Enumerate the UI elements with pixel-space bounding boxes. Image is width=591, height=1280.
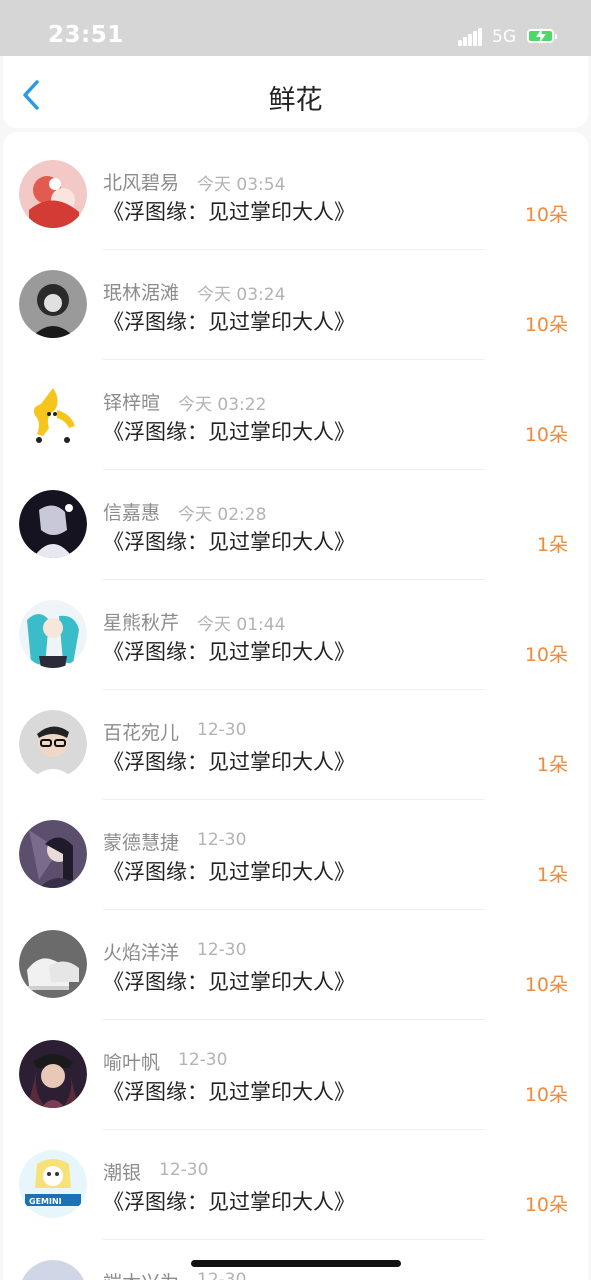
flower-count: 10朵 [524, 424, 568, 446]
timestamp: 12-30 [159, 1160, 209, 1180]
book-title[interactable]: 《浮图缘：见过掌印大人》 [103, 856, 355, 886]
avatar-image [19, 1040, 87, 1108]
book-title[interactable]: 《浮图缘：见过掌印大人》 [103, 636, 355, 666]
flower-count: 1朵 [536, 534, 568, 556]
avatar[interactable] [19, 930, 87, 998]
timestamp: 12-30 [197, 940, 247, 960]
timestamp: 今天 01:44 [197, 615, 286, 635]
avatar-image [19, 160, 87, 228]
list-item[interactable]: 信嘉惠 今天 02:28 《浮图缘：见过掌印大人》 1朵 [3, 462, 588, 580]
list-item[interactable]: 北风碧易 今天 03:54 《浮图缘：见过掌印大人》 10朵 [3, 132, 588, 250]
avatar[interactable]: GEMINI [19, 1150, 87, 1218]
list-item[interactable]: 端木兴为 12-30 [3, 1232, 588, 1280]
flower-count: 10朵 [524, 644, 568, 666]
timestamp: 今天 03:22 [178, 395, 267, 415]
avatar-image [19, 380, 87, 448]
book-title[interactable]: 《浮图缘：见过掌印大人》 [103, 196, 355, 226]
avatar[interactable] [19, 380, 87, 448]
user-name[interactable]: 火焰洋洋 [103, 938, 179, 965]
timestamp: 12-30 [178, 1050, 228, 1070]
nav-bar: 鲜花 [3, 56, 588, 128]
svg-text:GEMINI: GEMINI [29, 1197, 62, 1206]
timestamp: 今天 03:24 [197, 285, 286, 305]
user-name[interactable]: 端木兴为 [103, 1268, 179, 1280]
book-title[interactable]: 《浮图缘：见过掌印大人》 [103, 416, 355, 446]
list-item[interactable]: 蒙德慧捷 12-30 《浮图缘：见过掌印大人》 1朵 [3, 792, 588, 910]
user-name[interactable]: 珉林涺滩 [103, 278, 179, 305]
book-title[interactable]: 《浮图缘：见过掌印大人》 [103, 1186, 355, 1216]
flower-count: 1朵 [536, 864, 568, 886]
user-name[interactable]: 百花宛儿 [103, 718, 179, 745]
avatar[interactable] [19, 490, 87, 558]
user-name[interactable]: 蒙德慧捷 [103, 828, 179, 855]
user-name[interactable]: 喻叶帆 [103, 1048, 160, 1075]
list-item[interactable]: 百花宛儿 12-30 《浮图缘：见过掌印大人》 1朵 [3, 682, 588, 800]
status-bar: 23:51 5G [0, 0, 591, 56]
timestamp: 今天 02:28 [178, 505, 267, 525]
avatar[interactable] [19, 600, 87, 668]
avatar-image [22, 1260, 84, 1280]
flower-list: 北风碧易 今天 03:54 《浮图缘：见过掌印大人》 10朵 珉林涺滩 今天 03:24 《… [3, 132, 588, 1280]
timestamp: 12-30 [197, 720, 247, 740]
timestamp: 12-30 [197, 1270, 247, 1280]
user-name[interactable]: 星熊秋芹 [103, 608, 179, 635]
avatar[interactable] [19, 820, 87, 888]
user-name[interactable]: 信嘉惠 [103, 498, 160, 525]
flower-count: 10朵 [524, 1194, 568, 1216]
page-title: 鲜花 [268, 85, 323, 116]
timestamp: 12-30 [197, 830, 247, 850]
avatar[interactable] [19, 710, 87, 778]
charging-bolt-icon [536, 28, 546, 44]
avatar-image [19, 490, 87, 558]
list-item[interactable]: 珉林涺滩 今天 03:24 《浮图缘：见过掌印大人》 10朵 [3, 242, 588, 360]
battery-icon [527, 28, 557, 44]
avatar-image [19, 600, 87, 668]
avatar[interactable] [19, 1040, 87, 1108]
avatar-image [19, 710, 87, 778]
avatar-image: GEMINI [19, 1150, 87, 1218]
flower-count: 1朵 [536, 754, 568, 776]
book-title[interactable]: 《浮图缘：见过掌印大人》 [103, 1076, 355, 1106]
signal-icon [458, 28, 484, 46]
user-name[interactable]: 潮银 [103, 1158, 141, 1185]
book-title[interactable]: 《浮图缘：见过掌印大人》 [103, 966, 355, 996]
list-item[interactable]: 星熊秋芹 今天 01:44 《浮图缘：见过掌印大人》 10朵 [3, 572, 588, 690]
avatar[interactable] [19, 1260, 87, 1280]
list-item[interactable]: GEMINI 潮银 12-30 《浮图缘：见过掌印大人》 10朵 [3, 1122, 588, 1240]
list-item[interactable]: 喻叶帆 12-30 《浮图缘：见过掌印大人》 10朵 [3, 1012, 588, 1130]
home-indicator [191, 1260, 401, 1267]
flower-count: 10朵 [524, 204, 568, 226]
list-item[interactable]: 铎梓暄 今天 03:22 《浮图缘：见过掌印大人》 10朵 [3, 352, 588, 470]
avatar[interactable] [19, 160, 87, 228]
avatar[interactable] [19, 270, 87, 338]
flower-count: 10朵 [524, 974, 568, 996]
user-name[interactable]: 铎梓暄 [103, 388, 160, 415]
network-label: 5G [492, 27, 516, 47]
flower-count: 10朵 [524, 1084, 568, 1106]
book-title[interactable]: 《浮图缘：见过掌印大人》 [103, 306, 355, 336]
avatar-image [19, 270, 87, 338]
screen: 23:51 5G 鲜花 北风碧易 今天 03:54 《浮图缘：见过掌印大人》 10朵珉… [0, 0, 591, 1280]
avatar-image [19, 820, 87, 888]
timestamp: 今天 03:54 [197, 175, 286, 195]
avatar-image [19, 930, 87, 998]
status-time: 23:51 [48, 22, 124, 48]
book-title[interactable]: 《浮图缘：见过掌印大人》 [103, 526, 355, 556]
book-title[interactable]: 《浮图缘：见过掌印大人》 [103, 746, 355, 776]
flower-count: 10朵 [524, 314, 568, 336]
list-item[interactable]: 火焰洋洋 12-30 《浮图缘：见过掌印大人》 10朵 [3, 902, 588, 1020]
user-name[interactable]: 北风碧易 [103, 168, 179, 195]
